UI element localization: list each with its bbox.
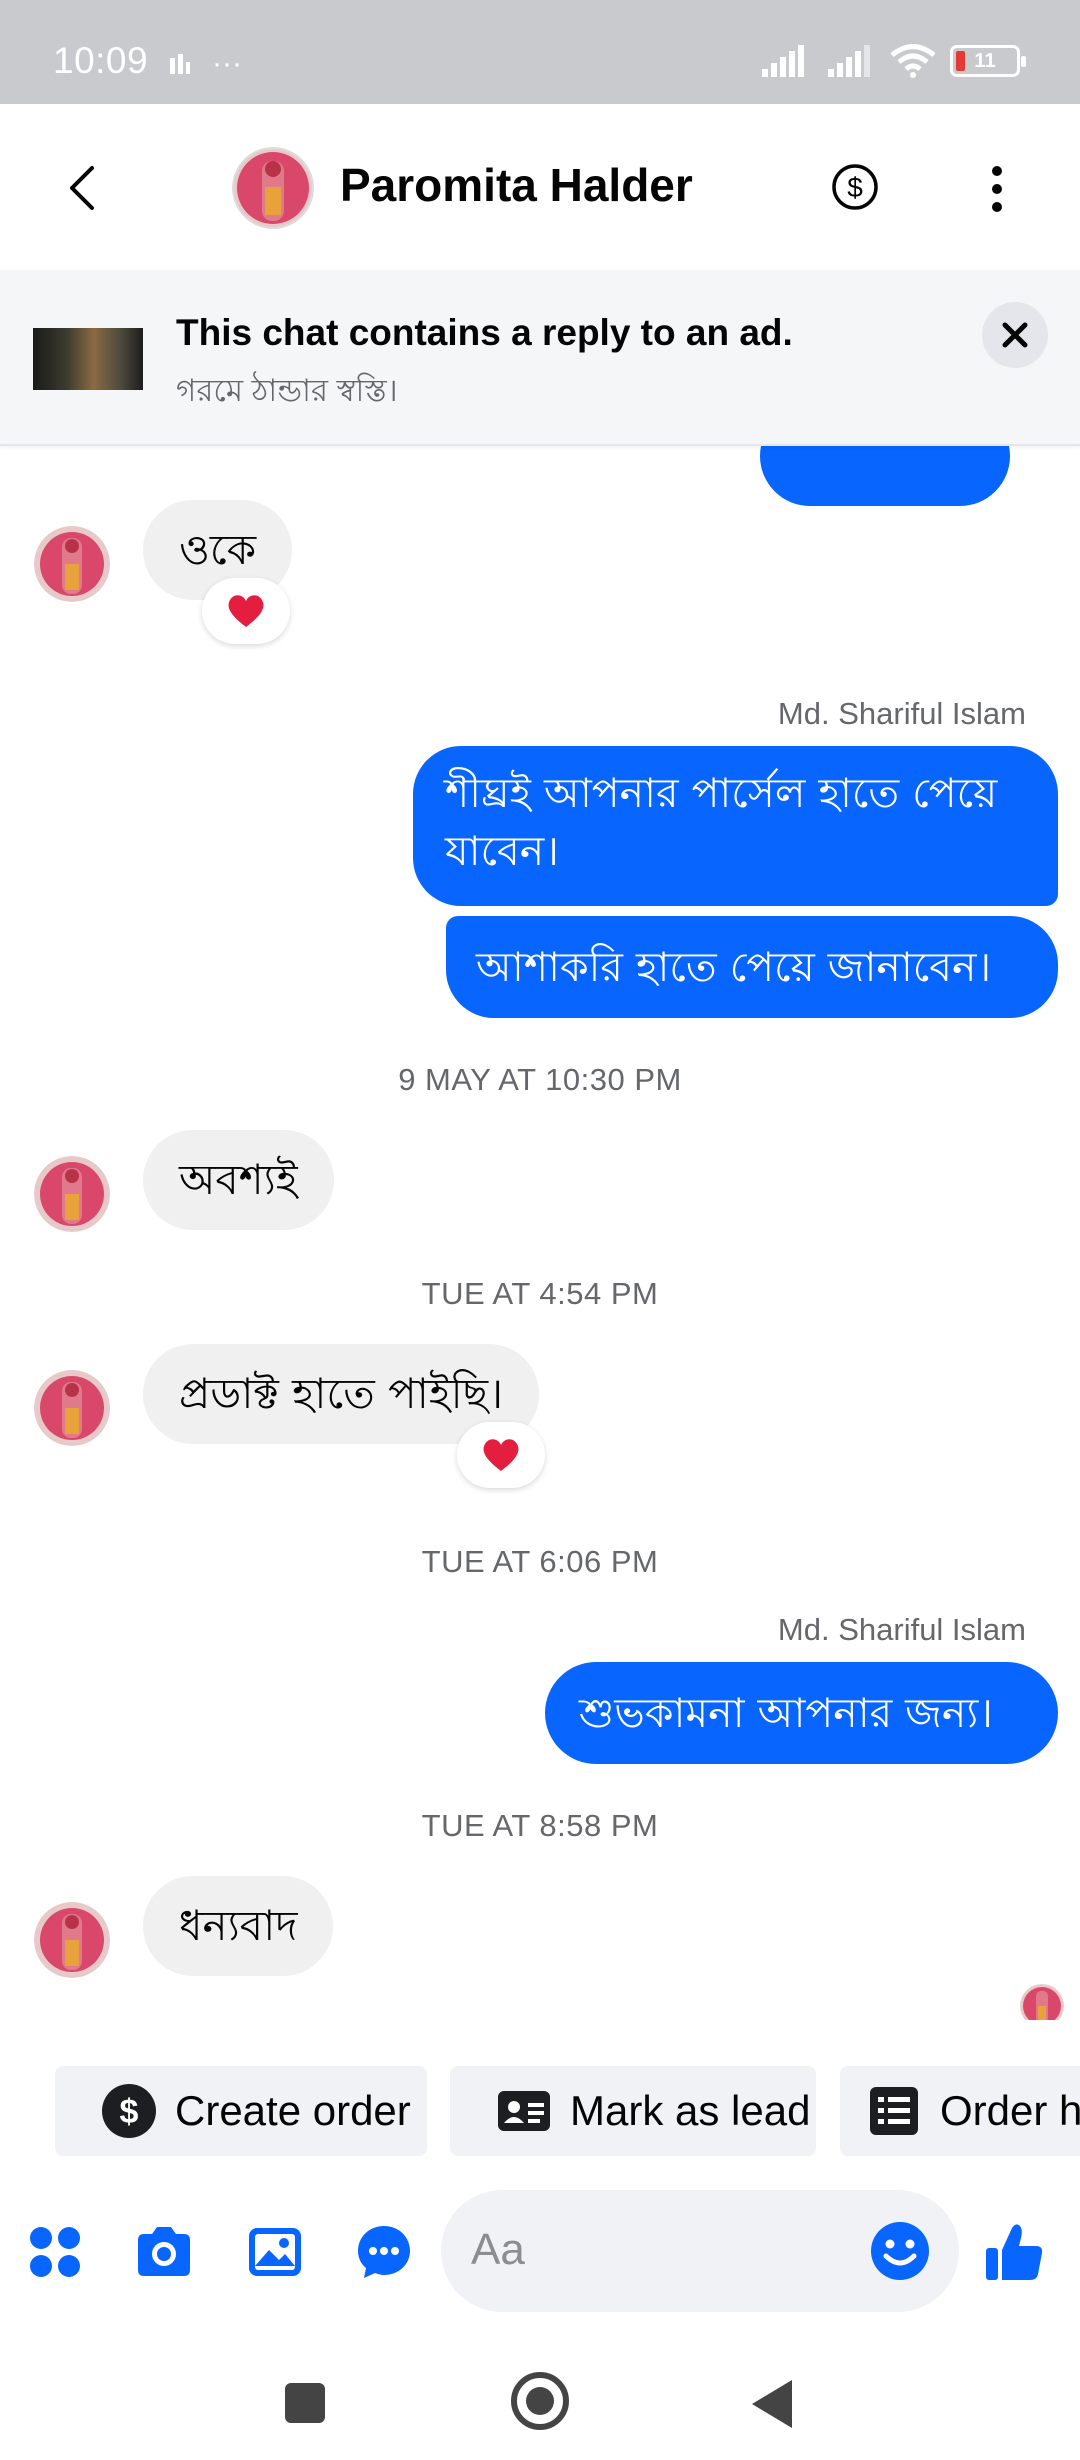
gallery-button[interactable] — [245, 2222, 305, 2282]
ad-banner-title: This chat contains a reply to an ad. — [176, 312, 793, 353]
recents-button[interactable] — [285, 2383, 325, 2423]
battery-level: 11 — [974, 49, 996, 72]
contact-avatar[interactable] — [232, 147, 314, 229]
payment-button[interactable]: $ — [830, 162, 880, 212]
thumbs-up-icon — [986, 2224, 1043, 2280]
sender-name: Md. Shariful Islam — [777, 1612, 1026, 1647]
contact-card-icon — [498, 2091, 550, 2131]
timestamp: TUE AT 4:54 PM — [421, 1276, 659, 1311]
ad-banner-subtitle: গরমে ঠান্ডার স্বস্তি। — [176, 373, 398, 408]
camera-button[interactable] — [134, 2222, 194, 2282]
outgoing-message[interactable]: আশাকরি হাতে পেয়ে জানাবেন। — [446, 916, 1058, 1018]
incoming-message[interactable]: অবশ্যই — [143, 1130, 334, 1230]
sender-avatar[interactable] — [34, 1156, 110, 1232]
more-options-button[interactable] — [985, 164, 1009, 214]
status-bar: 10:09 ··· 11 — [0, 0, 1080, 104]
system-nav-bar — [0, 2330, 1080, 2460]
ad-thumbnail[interactable] — [33, 328, 143, 390]
grid-icon — [30, 2227, 80, 2277]
chip-label: Create order — [175, 2087, 411, 2134]
more-dots-icon: ··· — [212, 47, 242, 80]
message-input[interactable] — [471, 2210, 851, 2290]
chip-label: Mark as lead — [570, 2087, 811, 2134]
dollar-circle-icon: $ — [102, 2084, 156, 2138]
message-composer — [0, 2190, 1080, 2320]
wifi-icon — [890, 44, 936, 78]
apps-button[interactable] — [25, 2222, 85, 2282]
close-icon — [1002, 322, 1028, 348]
sender-avatar[interactable] — [34, 1902, 110, 1978]
heart-icon — [228, 595, 264, 627]
contact-name[interactable]: Paromita Halder — [340, 158, 693, 212]
outgoing-message-partial[interactable] — [760, 446, 1010, 506]
image-icon — [249, 2228, 301, 2276]
message-reaction[interactable] — [457, 1422, 545, 1488]
create-order-button[interactable]: $ Create order — [55, 2066, 427, 2156]
sender-avatar[interactable] — [34, 526, 110, 602]
camera-icon — [138, 2227, 190, 2276]
cell-signal-2-icon — [828, 45, 870, 77]
status-time: 10:09 — [53, 40, 149, 81]
incoming-message[interactable]: ধন্যবাদ — [143, 1876, 334, 1976]
signal-mini-icon — [170, 54, 190, 74]
chat-header: Paromita Halder $ — [0, 104, 1080, 270]
svg-text:$: $ — [120, 2093, 139, 2131]
like-button[interactable] — [982, 2220, 1046, 2284]
timestamp: TUE AT 8:58 PM — [421, 1808, 659, 1843]
cell-signal-icon — [762, 45, 804, 77]
order-history-button[interactable]: Order h — [840, 2066, 1080, 2156]
message-input-wrap — [441, 2190, 959, 2312]
outgoing-message[interactable]: শীঘ্রই আপনার পার্সেল হাতে পেয়ে যাবেন। — [413, 746, 1058, 906]
order-list-icon — [870, 2087, 918, 2135]
ad-reply-banner[interactable]: This chat contains a reply to an ad. গরম… — [0, 270, 1080, 446]
status-notification-icons: ··· — [170, 47, 242, 80]
timestamp: TUE AT 6:06 PM — [421, 1544, 659, 1579]
system-back-button[interactable] — [752, 2380, 792, 2428]
sender-name: Md. Shariful Islam — [777, 696, 1026, 731]
seen-receipt-avatar — [1020, 1984, 1064, 2020]
heart-icon — [483, 1439, 519, 1471]
home-button[interactable] — [511, 2372, 569, 2430]
message-list[interactable]: ওকে Md. Shariful Islam শীঘ্রই আপনার পার্… — [0, 446, 1080, 2020]
emoji-button[interactable] — [869, 2220, 931, 2282]
outgoing-message[interactable]: শুভকামনা আপনার জন্য। — [545, 1662, 1058, 1764]
quick-actions-bar[interactable]: $ Create order Mark as lead Order h — [0, 2066, 1080, 2156]
chat-bubble-icon — [358, 2226, 410, 2278]
back-button[interactable] — [58, 160, 108, 216]
battery-icon: 11 — [950, 45, 1026, 77]
smiley-icon — [871, 2222, 929, 2280]
saved-replies-button[interactable] — [354, 2222, 414, 2282]
message-line: যাবেন। — [445, 827, 559, 875]
sender-avatar[interactable] — [34, 1370, 110, 1446]
chip-label: Order h — [940, 2087, 1080, 2134]
timestamp: 9 MAY AT 10:30 PM — [398, 1062, 682, 1097]
mark-as-lead-button[interactable]: Mark as lead — [450, 2066, 816, 2156]
svg-text:$: $ — [847, 172, 863, 203]
chevron-left-icon — [70, 166, 94, 210]
ad-close-button[interactable] — [982, 302, 1048, 368]
message-reaction[interactable] — [202, 578, 290, 644]
message-line: শীঘ্রই আপনার পার্সেল হাতে পেয়ে — [445, 769, 998, 817]
status-right-icons: 11 — [762, 44, 1026, 78]
